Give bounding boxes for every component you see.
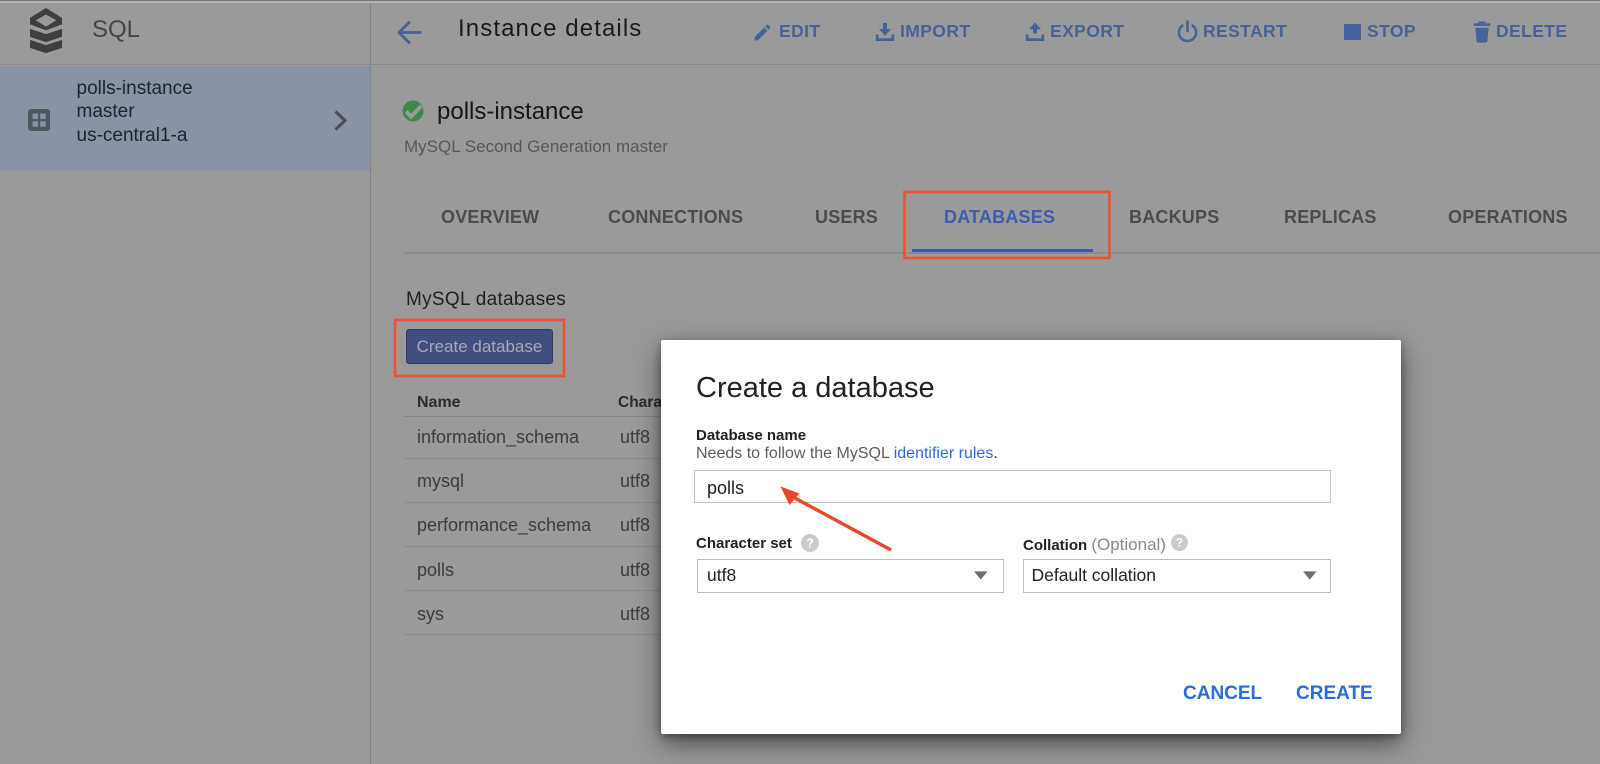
svg-text:?: ?: [806, 536, 814, 550]
svg-text:?: ?: [1175, 536, 1182, 550]
